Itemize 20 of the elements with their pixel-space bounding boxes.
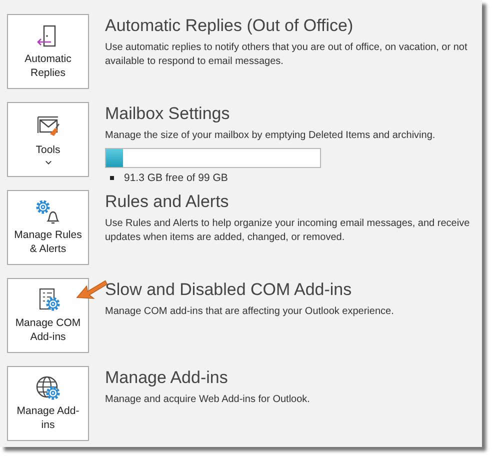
section-title: Mailbox Settings xyxy=(105,104,231,124)
section-title: Rules and Alerts xyxy=(105,192,230,212)
option-button[interactable]: Manage COM Add-ins xyxy=(7,278,89,353)
section-title: Manage Add-ins xyxy=(105,368,229,388)
storage-legend: 91.3 GB free of 99 GB xyxy=(124,172,228,184)
option-button[interactable]: Manage Add- ins xyxy=(7,366,89,441)
gear-bell-icon xyxy=(35,199,61,225)
section-description: Use Rules and Alerts to help organize your incoming email messages, and receive updates when items are added, changed, or removed. xyxy=(105,217,471,245)
bullet-icon xyxy=(110,176,114,180)
section-description: Manage and acquire Web Add-ins for Outlook. xyxy=(105,393,311,407)
caret-icon xyxy=(44,160,52,165)
option-button[interactable]: Manage Rules & Alerts xyxy=(7,190,89,265)
section-title: Slow and Disabled COM Add-ins xyxy=(105,280,353,300)
section-description: Manage the size of your mailbox by emptying Deleted Items and archiving. xyxy=(105,129,436,143)
section-title: Automatic Replies (Out of Office) xyxy=(105,16,354,36)
section-description: Use automatic replies to notify others that you are out of office, on vacation, or not available to respond to email messages. xyxy=(105,41,468,69)
option-button[interactable]: Automatic Replies xyxy=(7,14,89,89)
option-button[interactable]: Tools xyxy=(7,102,89,177)
section-description: Manage COM add-ins that are affecting your Outlook experience. xyxy=(105,305,395,319)
globe-gear-icon xyxy=(35,375,61,401)
